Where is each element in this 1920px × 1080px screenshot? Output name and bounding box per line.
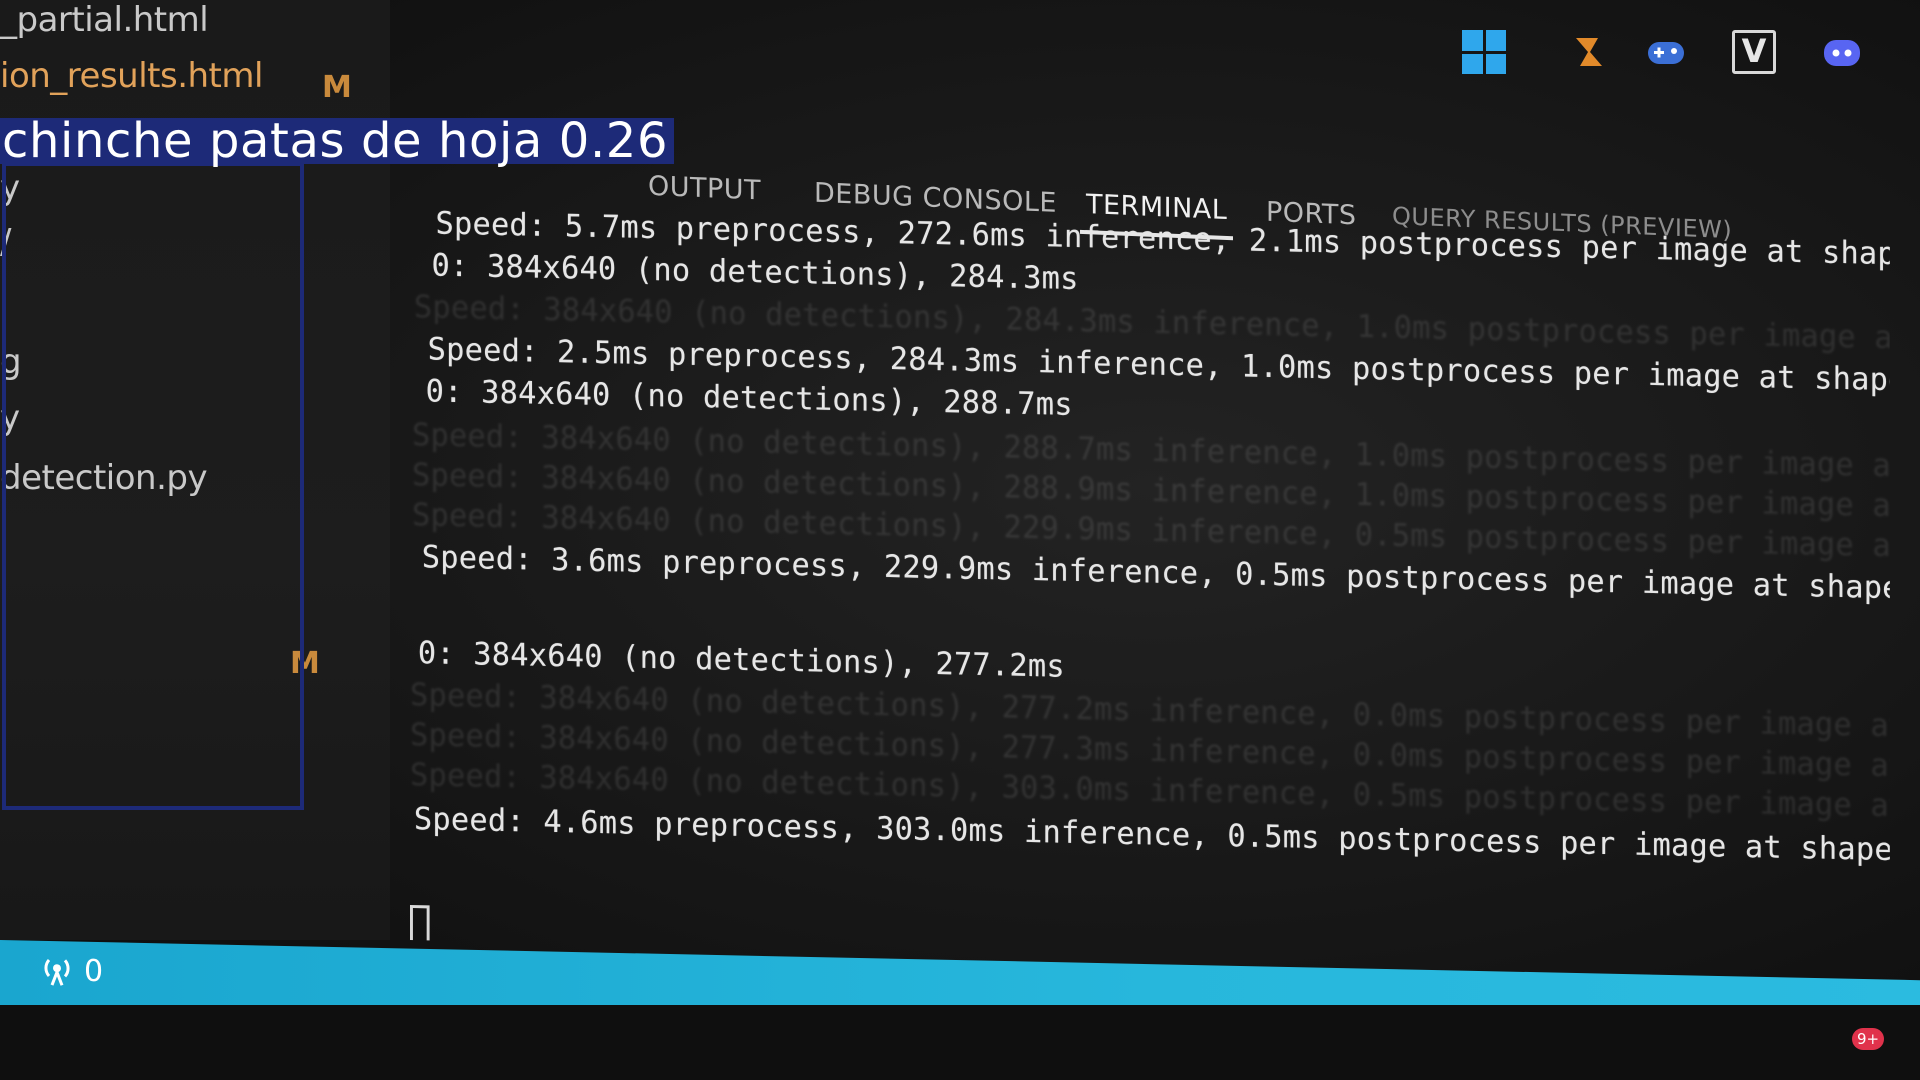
terminal-line: 0: 384x640 (no detections), 277.2ms: [417, 635, 1065, 685]
discord-icon[interactable]: [1820, 30, 1864, 74]
file-item[interactable]: ion_results.html: [0, 56, 263, 96]
vim-app-icon[interactable]: V: [1732, 30, 1776, 74]
modified-badge: M: [322, 70, 352, 105]
detection-bounding-box: [2, 162, 304, 810]
terminal-line: 0: 384x640 (no detections), 284.3ms: [431, 247, 1079, 298]
detection-label: chinche patas de hoja 0.26: [0, 117, 675, 165]
ports-count: 0: [84, 953, 104, 990]
file-item[interactable]: _partial.html: [0, 0, 209, 40]
taskbar: [0, 1005, 1920, 1080]
tab-debug-console[interactable]: DEBUG CONSOLE: [814, 178, 1057, 219]
gamepad-icon[interactable]: [1644, 30, 1688, 74]
windows-start-icon[interactable]: [1462, 30, 1506, 74]
notification-badge: 9+: [1852, 1028, 1885, 1050]
broadcast-icon: [44, 958, 70, 986]
terminal-line: 0: 384x640 (no detections), 288.7ms: [425, 373, 1073, 423]
terminal-output[interactable]: Speed: 384x640 (no detections), 284.3ms …: [410, 205, 1890, 971]
tab-output[interactable]: OUTPUT: [648, 171, 761, 207]
terminal-cursor: [410, 905, 430, 946]
ports-indicator[interactable]: 0: [40, 953, 103, 989]
app-taskbar-icon[interactable]: [1568, 30, 1612, 74]
